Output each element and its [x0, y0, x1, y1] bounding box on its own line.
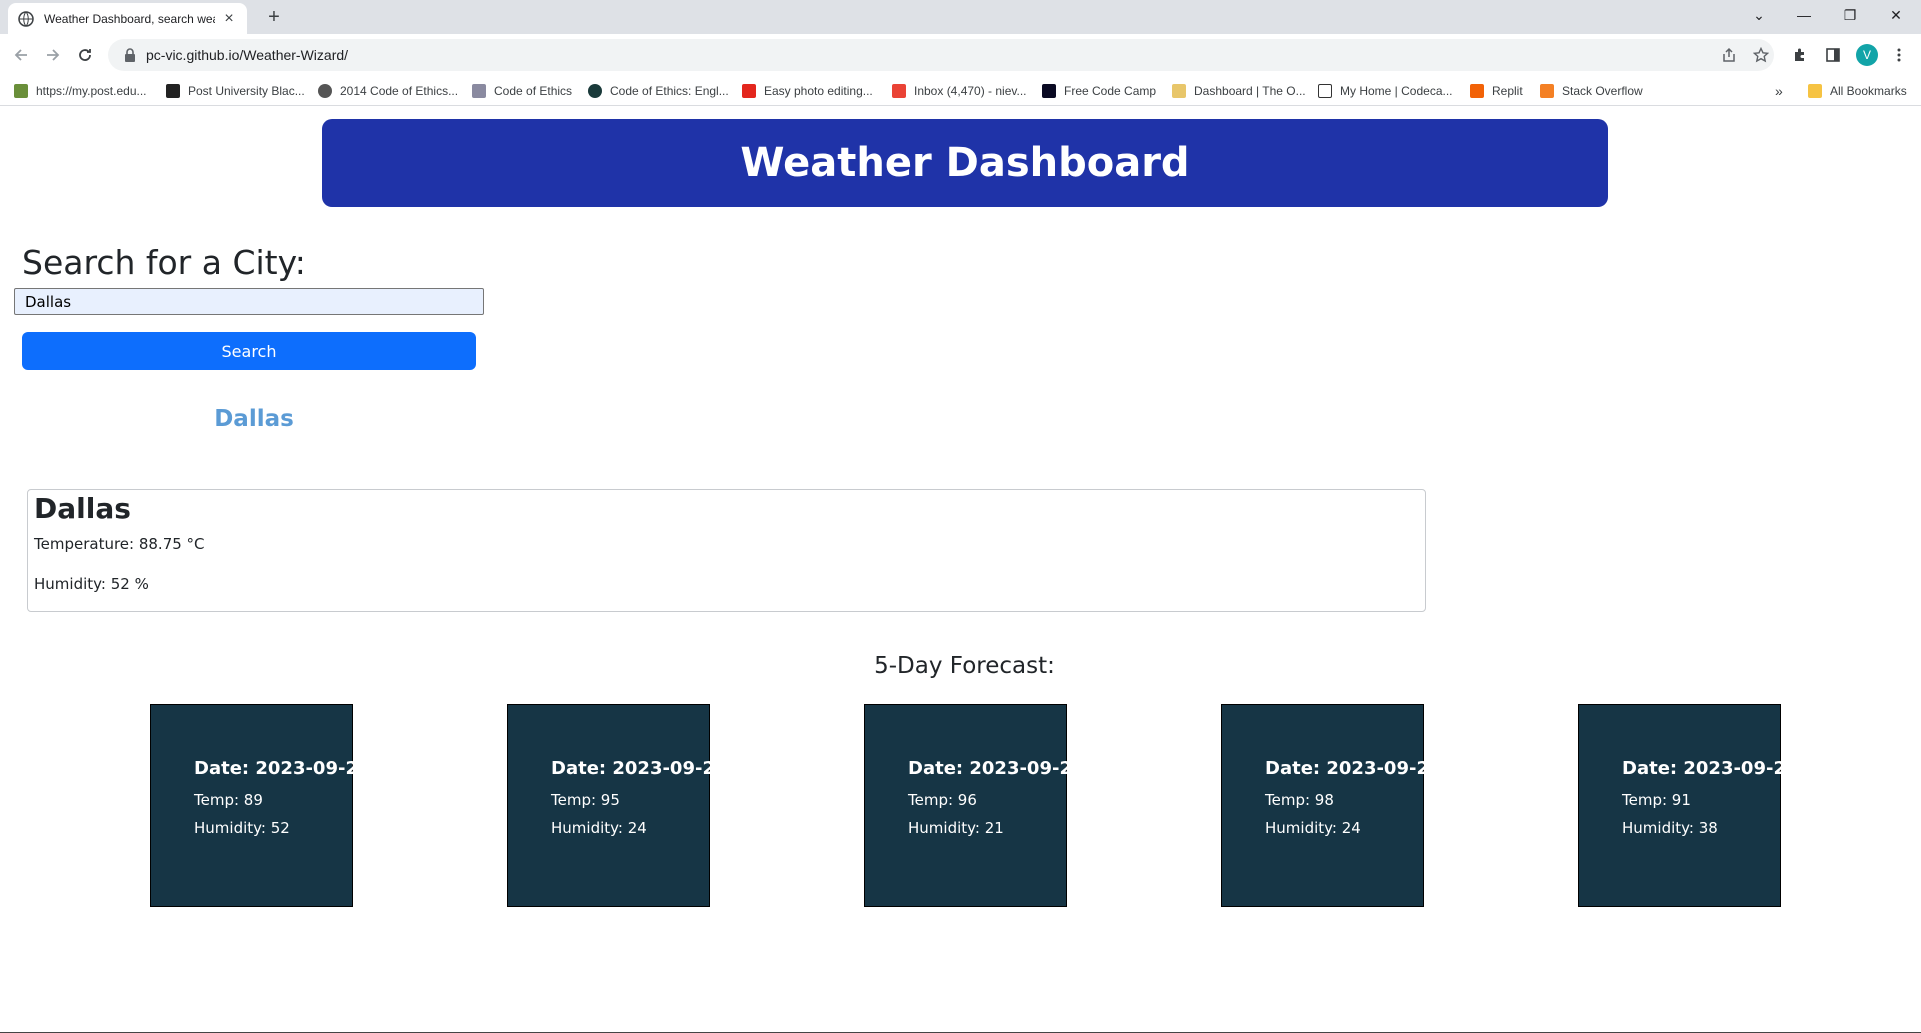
bookmark-item[interactable]: Inbox (4,470) - niev...: [892, 82, 1027, 100]
stackoverflow-icon: [1540, 84, 1554, 98]
replit-icon: [1470, 84, 1484, 98]
codecademy-icon: [1318, 84, 1332, 98]
search-button[interactable]: Search: [22, 332, 476, 370]
current-humidity: Humidity: 52 %: [34, 575, 149, 593]
forecast-humidity: Humidity: 38: [1622, 819, 1718, 837]
back-button[interactable]: [8, 42, 34, 68]
current-temperature: Temperature: 88.75 °C: [34, 535, 205, 553]
forecast-date: Date: 2023-09-27: [908, 758, 1085, 779]
forecast-humidity: Humidity: 24: [1265, 819, 1361, 837]
forecast-date: Date: 2023-09-26: [551, 758, 728, 779]
bookmark-item[interactable]: Code of Ethics: [472, 82, 572, 100]
all-bookmarks-button[interactable]: All Bookmarks: [1808, 82, 1907, 100]
globe-icon: [588, 84, 602, 98]
forecast-humidity: Humidity: 52: [194, 819, 290, 837]
profile-avatar[interactable]: V: [1856, 44, 1878, 66]
forecast-date: Date: 2023-09-25: [194, 758, 371, 779]
share-icon[interactable]: [1718, 44, 1740, 66]
bookmark-item[interactable]: Easy photo editing...: [742, 82, 873, 100]
freecodecamp-icon: [1042, 84, 1056, 98]
search-heading: Search for a City:: [22, 243, 306, 282]
extensions-icon[interactable]: [1789, 44, 1811, 66]
forecast-temp: Temp: 98: [1265, 791, 1334, 809]
bookmark-item[interactable]: https://my.post.edu...: [14, 82, 147, 100]
reload-button[interactable]: [72, 42, 98, 68]
forecast-cards: Date: 2023-09-25 Temp: 89 Humidity: 52 D…: [0, 704, 1921, 909]
forecast-date: Date: 2023-09-28: [1265, 758, 1442, 779]
globe-icon: [318, 84, 332, 98]
bookmarks-bar: https://my.post.edu... Post University B…: [0, 76, 1921, 106]
bookmark-star-icon[interactable]: [1750, 44, 1772, 66]
bookmark-item[interactable]: Dashboard | The O...: [1172, 82, 1306, 100]
page-content: Weather Dashboard Search for a City: Sea…: [0, 107, 1921, 1033]
folder-icon: [1808, 84, 1822, 98]
forward-button[interactable]: [40, 42, 66, 68]
history-city-button[interactable]: Dallas: [22, 399, 486, 439]
ethics-icon: [472, 84, 486, 98]
tab-title: Weather Dashboard, search weat: [44, 11, 215, 26]
url-text: pc-vic.github.io/Weather-Wizard/: [146, 47, 349, 63]
globe-icon: [18, 10, 34, 27]
new-tab-button[interactable]: +: [260, 5, 288, 29]
back-arrow-icon: [14, 49, 27, 61]
current-city-name: Dallas: [34, 492, 131, 525]
bookmark-item[interactable]: Replit: [1470, 82, 1523, 100]
forecast-card: Date: 2023-09-26 Temp: 95 Humidity: 24: [507, 704, 728, 907]
bookmarks-overflow-icon[interactable]: »: [1775, 82, 1783, 100]
forecast-humidity: Humidity: 21: [908, 819, 1004, 837]
bookmark-item[interactable]: Free Code Camp: [1042, 82, 1156, 100]
forward-arrow-icon: [47, 49, 60, 61]
bookmark-item[interactable]: 2014 Code of Ethics...: [318, 82, 458, 100]
side-panel-icon[interactable]: [1822, 44, 1844, 66]
gmail-icon: [892, 84, 906, 98]
tab-strip: Weather Dashboard, search weat × + ⌄ — ❐…: [0, 0, 1921, 34]
bookmark-item[interactable]: Code of Ethics: Engl...: [588, 82, 729, 100]
bookmark-item[interactable]: Post University Blac...: [166, 82, 305, 100]
address-bar[interactable]: pc-vic.github.io/Weather-Wizard/: [108, 39, 1774, 71]
forecast-temp: Temp: 89: [194, 791, 263, 809]
close-window-button[interactable]: ✕: [1874, 0, 1918, 30]
minimize-button[interactable]: —: [1782, 0, 1826, 30]
forecast-temp: Temp: 96: [908, 791, 977, 809]
city-search-input[interactable]: [14, 288, 484, 315]
close-tab-icon[interactable]: ×: [221, 10, 237, 27]
reload-icon: [79, 49, 91, 61]
bookmark-item[interactable]: Stack Overflow: [1540, 82, 1643, 100]
forecast-date: Date: 2023-09-29: [1622, 758, 1799, 779]
blackboard-icon: [166, 84, 180, 98]
forecast-heading: 5-Day Forecast:: [874, 653, 1055, 679]
restore-button[interactable]: ❐: [1828, 0, 1872, 30]
current-weather-card: Dallas Temperature: 88.75 °C Humidity: 5…: [27, 489, 1426, 612]
app-title: Weather Dashboard: [740, 140, 1190, 186]
adobe-icon: [742, 84, 756, 98]
forecast-card: Date: 2023-09-28 Temp: 98 Humidity: 24: [1221, 704, 1442, 907]
forecast-temp: Temp: 95: [551, 791, 620, 809]
forecast-temp: Temp: 91: [1622, 791, 1691, 809]
bookmark-item[interactable]: My Home | Codeca...: [1318, 82, 1453, 100]
browser-tab[interactable]: Weather Dashboard, search weat ×: [8, 3, 247, 34]
app-header: Weather Dashboard: [322, 119, 1608, 207]
link-icon: [14, 84, 28, 98]
more-menu-icon[interactable]: [1888, 44, 1910, 66]
forecast-card: Date: 2023-09-27 Temp: 96 Humidity: 21: [864, 704, 1085, 907]
forecast-humidity: Humidity: 24: [551, 819, 647, 837]
forecast-card: Date: 2023-09-29 Temp: 91 Humidity: 38: [1578, 704, 1799, 907]
tab-search-icon[interactable]: ⌄: [1737, 0, 1781, 30]
lock-icon: [125, 48, 135, 62]
forecast-card: Date: 2023-09-25 Temp: 89 Humidity: 52: [150, 704, 371, 907]
browser-toolbar: pc-vic.github.io/Weather-Wizard/ V: [0, 34, 1921, 76]
dashboard-icon: [1172, 84, 1186, 98]
